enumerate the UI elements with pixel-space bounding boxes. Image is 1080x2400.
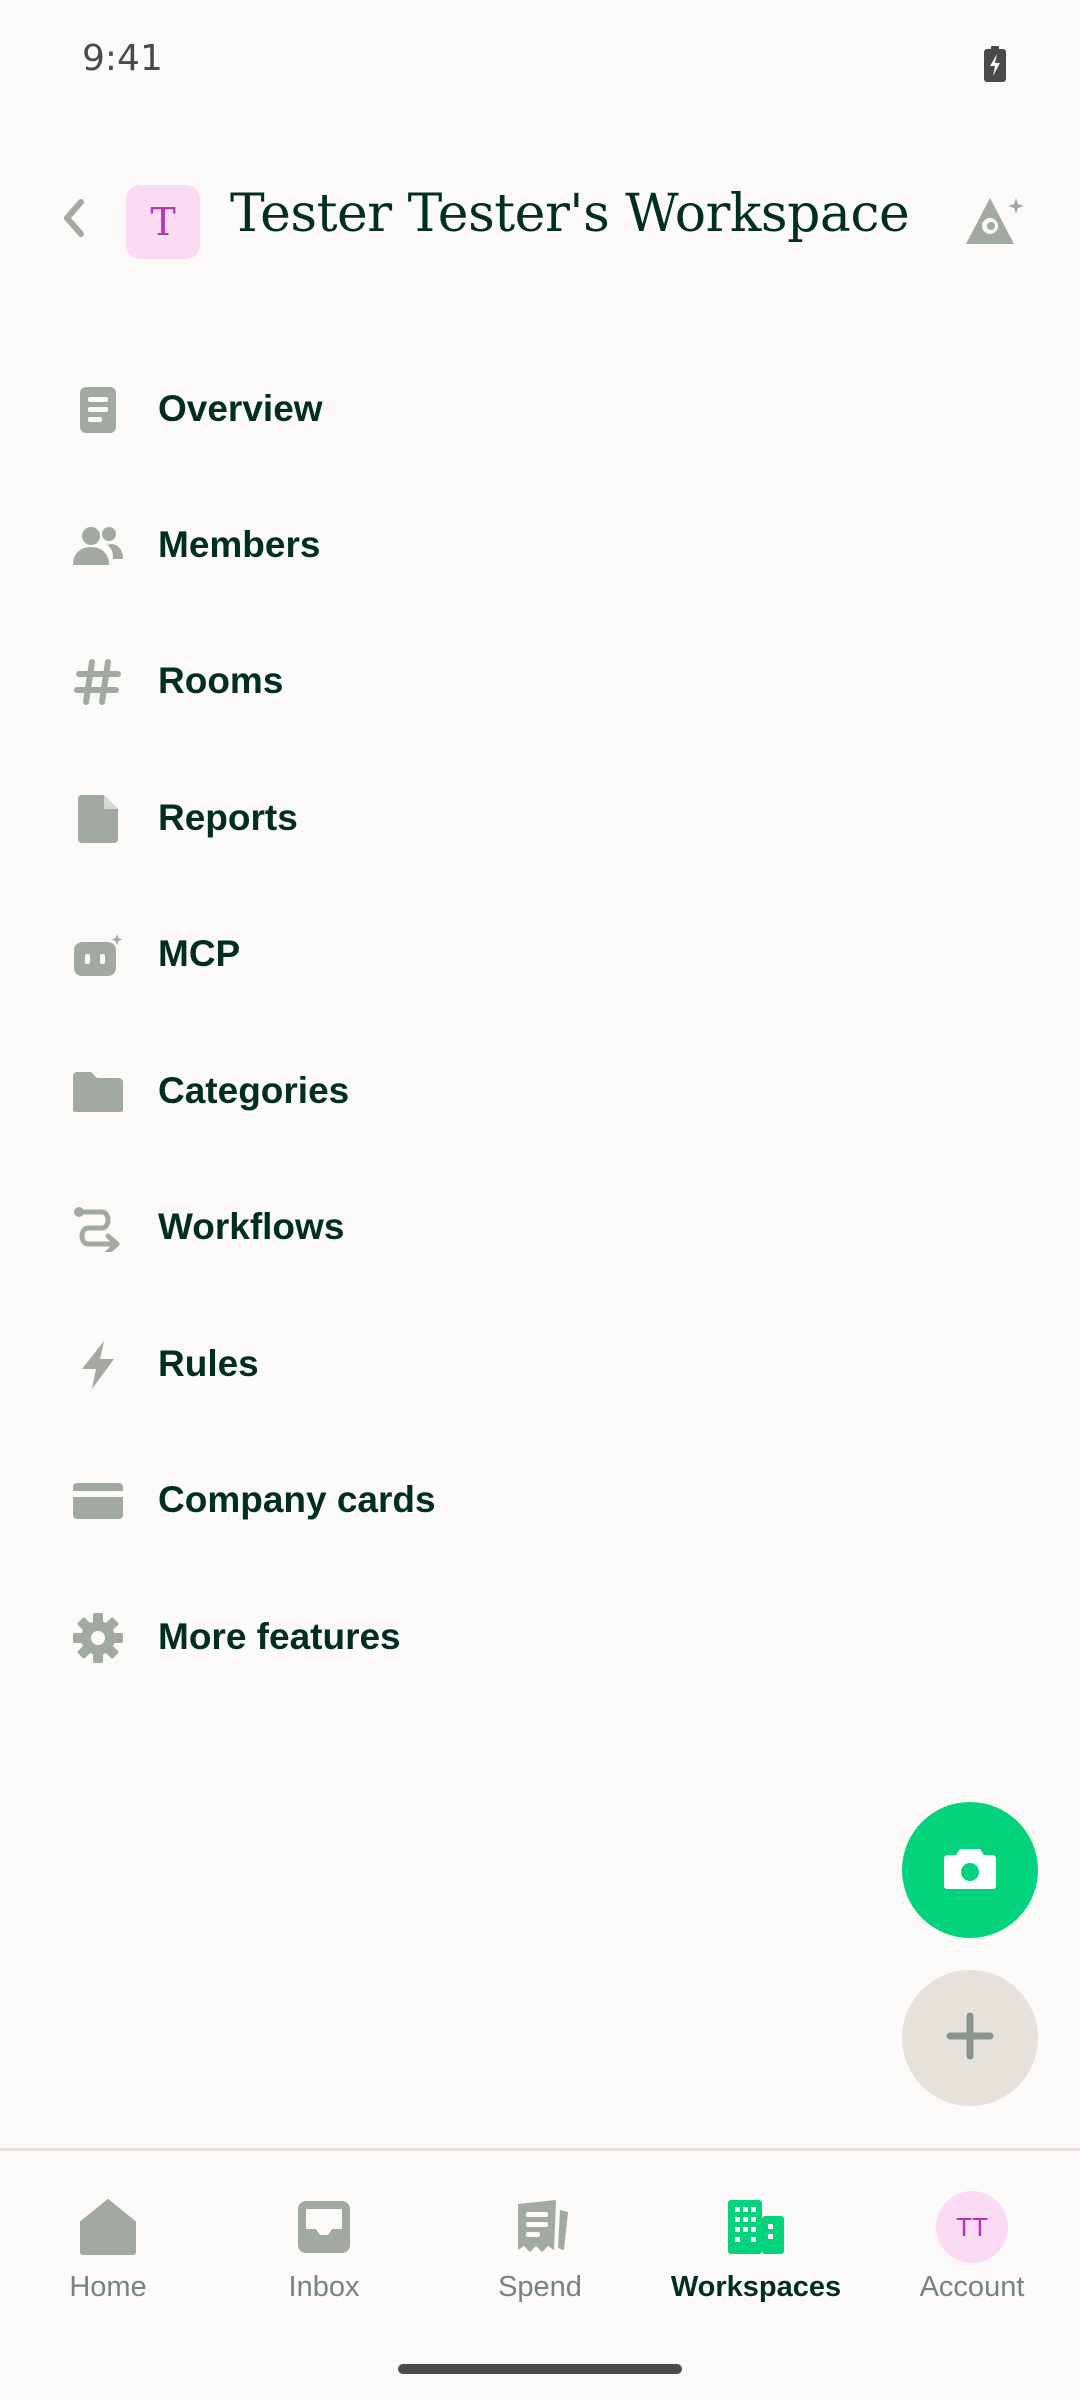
menu-item-categories[interactable]: Categories: [0, 1032, 1080, 1152]
menu-item-label: Rules: [158, 1343, 259, 1384]
battery-charging-icon: [983, 46, 1007, 87]
home-indicator[interactable]: [398, 2364, 682, 2374]
building-icon: [720, 2191, 792, 2263]
folder-icon: [70, 1064, 126, 1120]
header: T Tester Tester's Workspace: [0, 170, 1080, 270]
menu-item-rules[interactable]: Rules: [0, 1305, 1080, 1425]
create-button[interactable]: [902, 1970, 1038, 2106]
back-button[interactable]: [44, 190, 104, 250]
hashtag-icon: [70, 654, 126, 710]
menu-item-rooms[interactable]: Rooms: [0, 622, 1080, 742]
receipt-icon: [504, 2191, 576, 2263]
account-initials: TT: [936, 2191, 1008, 2263]
lightning-icon: [70, 1337, 126, 1393]
tab-label: Inbox: [288, 2271, 360, 2303]
tab-label: Home: [69, 2271, 147, 2303]
file-icon: [70, 791, 126, 847]
menu-item-company-cards[interactable]: Company cards: [0, 1441, 1080, 1561]
workflow-icon: [70, 1200, 126, 1256]
menu-item-overview[interactable]: Overview: [0, 350, 1080, 470]
scan-receipt-button[interactable]: [902, 1802, 1038, 1938]
users-icon: [70, 518, 126, 574]
sparkle-triangle-icon: [962, 198, 1028, 256]
menu-item-label: Rooms: [158, 660, 284, 701]
inbox-icon: [288, 2191, 360, 2263]
menu-item-label: More features: [158, 1616, 401, 1657]
concierge-help-button[interactable]: [962, 192, 1028, 252]
page-title: Tester Tester's Workspace: [230, 184, 910, 244]
robot-icon: [70, 927, 126, 983]
screen: 9:41 T Tester Tester's Workspace Overvie…: [0, 0, 1080, 2400]
document-icon: [70, 382, 126, 438]
menu-item-label: Reports: [158, 797, 298, 838]
menu-item-members[interactable]: Members: [0, 486, 1080, 606]
status-bar: 9:41: [0, 0, 1080, 130]
plus-icon: [946, 2012, 994, 2065]
menu-item-label: Workflows: [158, 1206, 345, 1247]
tab-inbox[interactable]: Inbox: [216, 2181, 432, 2321]
chevron-left-icon: [59, 198, 89, 243]
tab-label: Account: [919, 2271, 1025, 2303]
credit-card-icon: [70, 1473, 126, 1529]
bottom-nav: Home Inbox Spend Workspaces TT Account: [0, 2148, 1080, 2400]
menu-item-label: Overview: [158, 388, 323, 429]
tab-label: Spend: [498, 2271, 582, 2303]
tab-account[interactable]: TT Account: [864, 2181, 1080, 2321]
home-icon: [72, 2191, 144, 2263]
menu-item-label: Company cards: [158, 1479, 436, 1520]
tab-spend[interactable]: Spend: [432, 2181, 648, 2321]
workspace-avatar: T: [126, 185, 200, 259]
menu-item-workflows[interactable]: Workflows: [0, 1168, 1080, 1288]
menu-item-label: Categories: [158, 1070, 350, 1111]
menu-item-mcp[interactable]: MCP: [0, 895, 1080, 1015]
tab-workspaces[interactable]: Workspaces: [648, 2181, 864, 2321]
menu-item-label: Members: [158, 524, 321, 565]
tab-label: Workspaces: [670, 2271, 842, 2303]
menu-item-more-features[interactable]: More features: [0, 1578, 1080, 1698]
status-time: 9:41: [82, 38, 163, 79]
gear-icon: [70, 1610, 126, 1666]
avatar: TT: [936, 2191, 1008, 2263]
menu-item-reports[interactable]: Reports: [0, 759, 1080, 879]
camera-icon: [942, 1845, 998, 1896]
menu-item-label: MCP: [158, 933, 241, 974]
tab-home[interactable]: Home: [0, 2181, 216, 2321]
